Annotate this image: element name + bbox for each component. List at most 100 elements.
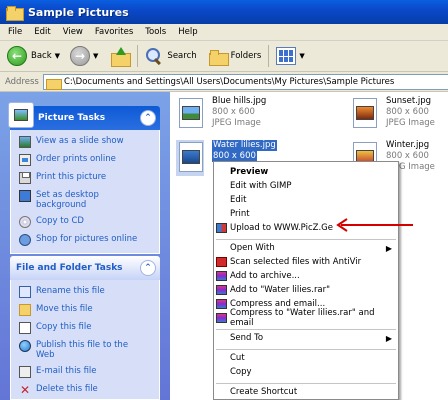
jpeg-file-icon: [350, 96, 378, 132]
menu-item-open-with[interactable]: Open With ▶: [214, 241, 398, 255]
file-folder-tasks-header[interactable]: File and Folder Tasks ⌃: [10, 256, 160, 280]
winrar-icon: [216, 285, 227, 295]
file-name: Blue hills.jpg: [212, 96, 267, 106]
task-delete-file[interactable]: ✕ Delete this file: [19, 384, 153, 396]
file-folder-tasks-title: File and Folder Tasks: [16, 263, 123, 273]
winrar-icon: [216, 271, 227, 281]
menu-edit[interactable]: Edit: [28, 27, 56, 37]
collapse-chevron-icon[interactable]: ⌃: [140, 110, 156, 126]
task-rename-file[interactable]: Rename this file: [19, 286, 153, 298]
picture-tasks-title: Picture Tasks: [38, 113, 106, 123]
slideshow-icon: [19, 136, 31, 148]
cd-icon: [19, 216, 31, 228]
views-button[interactable]: ▼: [273, 43, 307, 69]
toolbar: ← Back ▼ → ▼ Search Folders ▼: [0, 41, 448, 72]
submenu-arrow-icon: ▶: [385, 333, 392, 343]
task-set-desktop-background[interactable]: Set as desktop background: [19, 190, 153, 210]
menu-item-compress-rar-email[interactable]: Compress to "Water lilies.rar" and email: [214, 308, 398, 328]
task-copy-to-cd[interactable]: Copy to CD: [19, 216, 153, 228]
picz-upload-icon: [216, 223, 227, 233]
menu-item-edit-with-gimp[interactable]: Edit with GIMP: [214, 179, 398, 193]
file-type: JPEG Image: [212, 118, 261, 128]
task-pane: Picture Tasks ⌃ View as a slide show Ord…: [0, 92, 170, 400]
forward-button[interactable]: → ▼: [67, 43, 101, 69]
menu-item-scan-antivir[interactable]: Scan selected files with AntiVir: [214, 255, 398, 269]
menu-tools[interactable]: Tools: [139, 27, 172, 37]
globe-icon: [19, 234, 31, 246]
folders-button[interactable]: Folders: [206, 43, 265, 69]
task-label: Order prints online: [36, 154, 116, 164]
menu-file[interactable]: File: [2, 27, 28, 37]
task-view-slideshow[interactable]: View as a slide show: [19, 136, 153, 148]
winrar-icon: [216, 313, 227, 323]
menu-item-add-to-archive[interactable]: Add to archive...: [214, 269, 398, 283]
back-label: Back: [31, 51, 52, 61]
menu-help[interactable]: Help: [172, 27, 203, 37]
task-label: E-mail this file: [36, 366, 97, 376]
file-dimensions: 800 x 600: [212, 107, 255, 117]
task-shop-pictures[interactable]: Shop for pictures online: [19, 234, 153, 246]
task-label: Copy to CD: [36, 216, 84, 226]
address-bar: Address C:\Documents and Settings\All Us…: [0, 72, 448, 92]
file-item-blue-hills[interactable]: Blue hills.jpg 800 x 600 JPEG Image: [176, 96, 266, 132]
menu-view[interactable]: View: [57, 27, 89, 37]
collapse-chevron-icon[interactable]: ⌃: [140, 260, 156, 276]
menu-separator: [216, 349, 396, 350]
task-label: Delete this file: [36, 384, 98, 394]
file-dimensions: 800 x 600: [386, 107, 429, 117]
copy-icon: [19, 322, 31, 334]
views-icon: [276, 47, 297, 65]
picture-tasks-header[interactable]: Picture Tasks ⌃: [8, 102, 160, 130]
task-copy-file[interactable]: Copy this file: [19, 322, 153, 334]
back-button[interactable]: ← Back ▼: [4, 43, 63, 69]
menu-item-send-to[interactable]: Send To ▶: [214, 331, 398, 345]
task-print-picture[interactable]: Print this picture: [19, 172, 153, 184]
menu-item-preview[interactable]: Preview: [214, 165, 398, 179]
file-name: Sunset.jpg: [386, 96, 432, 106]
task-label: View as a slide show: [36, 136, 124, 146]
file-name: Water lilies.jpg: [212, 140, 277, 151]
publish-web-icon: [19, 340, 31, 352]
email-icon: [19, 366, 31, 378]
folders-label: Folders: [230, 51, 262, 61]
file-name: Winter.jpg: [386, 140, 430, 150]
menu-item-copy[interactable]: Copy: [214, 365, 398, 379]
printer-icon: [19, 172, 31, 184]
task-label: Rename this file: [36, 286, 105, 296]
dropdown-caret-icon[interactable]: ▼: [93, 52, 98, 60]
task-publish-web[interactable]: Publish this file to the Web: [19, 340, 153, 360]
menu-bar: File Edit View Favorites Tools Help: [0, 24, 448, 41]
search-button[interactable]: Search: [142, 43, 199, 69]
menu-item-cut[interactable]: Cut: [214, 351, 398, 365]
dropdown-caret-icon[interactable]: ▼: [299, 52, 304, 60]
antivir-icon: [216, 257, 227, 267]
task-email-file[interactable]: E-mail this file: [19, 366, 153, 378]
up-folder-button[interactable]: [107, 43, 133, 69]
file-folder-tasks-list: Rename this file Move this file Copy thi…: [10, 280, 160, 400]
window-title: Sample Pictures: [28, 5, 129, 19]
task-label: Publish this file to the Web: [36, 340, 129, 360]
task-order-prints[interactable]: Order prints online: [19, 154, 153, 166]
picture-tasks-list: View as a slide show Order prints online…: [10, 130, 160, 254]
menu-item-edit[interactable]: Edit: [214, 193, 398, 207]
annotation-arrow-icon: [336, 218, 413, 232]
menu-separator: [216, 329, 396, 330]
menu-favorites[interactable]: Favorites: [89, 27, 139, 37]
dropdown-caret-icon[interactable]: ▼: [55, 52, 60, 60]
task-label: Print this picture: [36, 172, 107, 182]
folder-up-icon: [110, 47, 132, 67]
toolbar-separator: [268, 45, 270, 67]
order-prints-icon: [19, 154, 31, 166]
address-input[interactable]: C:\Documents and Settings\All Users\Docu…: [43, 74, 448, 90]
menu-item-add-to-rar[interactable]: Add to "Water lilies.rar": [214, 283, 398, 297]
folder-icon: [46, 77, 62, 90]
task-move-file[interactable]: Move this file: [19, 304, 153, 316]
task-label: Copy this file: [36, 322, 92, 332]
menu-item-create-shortcut[interactable]: Create Shortcut: [214, 385, 398, 399]
jpeg-file-icon: [176, 96, 204, 132]
move-icon: [19, 304, 31, 316]
file-item-sunset[interactable]: Sunset.jpg 800 x 600 JPEG Image: [350, 96, 435, 132]
winrar-icon: [216, 299, 227, 309]
picture-tasks-icon: [8, 102, 34, 128]
file-type: JPEG Image: [386, 118, 435, 128]
